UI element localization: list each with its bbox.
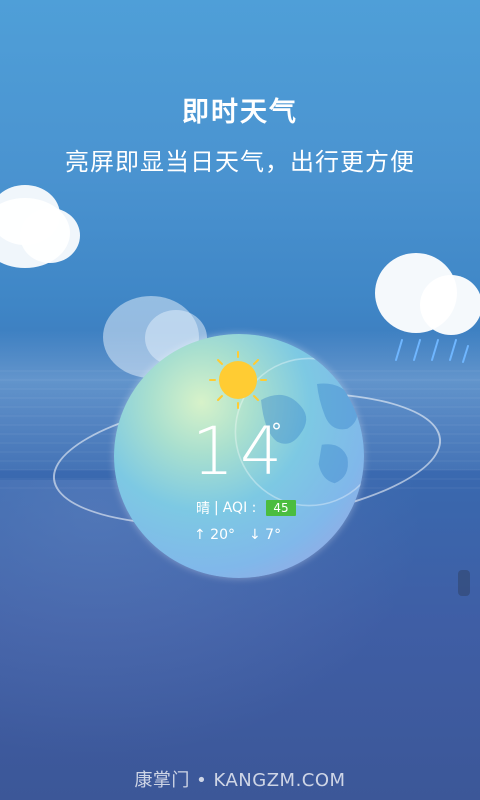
weather-condition: 晴 <box>196 501 210 517</box>
cloud-left-part <box>20 208 80 263</box>
condition-aqi-row: 晴 | AQI : 45 <box>196 498 296 518</box>
aqi-label: AQI : <box>222 500 257 516</box>
temperature-value: 14 <box>192 413 288 490</box>
temperature-range: ↑ 20° ↓ 7° <box>194 527 281 543</box>
beach-person <box>458 570 470 596</box>
promo-headline: 即时天气 <box>182 97 298 128</box>
rain-drops-icon <box>395 339 469 363</box>
temperature-degree: ° <box>271 420 282 445</box>
aqi-badge: 45 <box>266 500 296 516</box>
temp-low: ↓ 7° <box>249 527 282 543</box>
sun-icon <box>209 351 267 409</box>
separator: | <box>214 500 219 516</box>
promo-subline: 亮屏即显当日天气，出行更方便 <box>65 148 415 176</box>
watermark: 康掌门 • KANGZM.COM <box>134 770 346 791</box>
rain-cloud-part <box>420 275 480 335</box>
temp-high: ↑ 20° <box>194 527 235 543</box>
